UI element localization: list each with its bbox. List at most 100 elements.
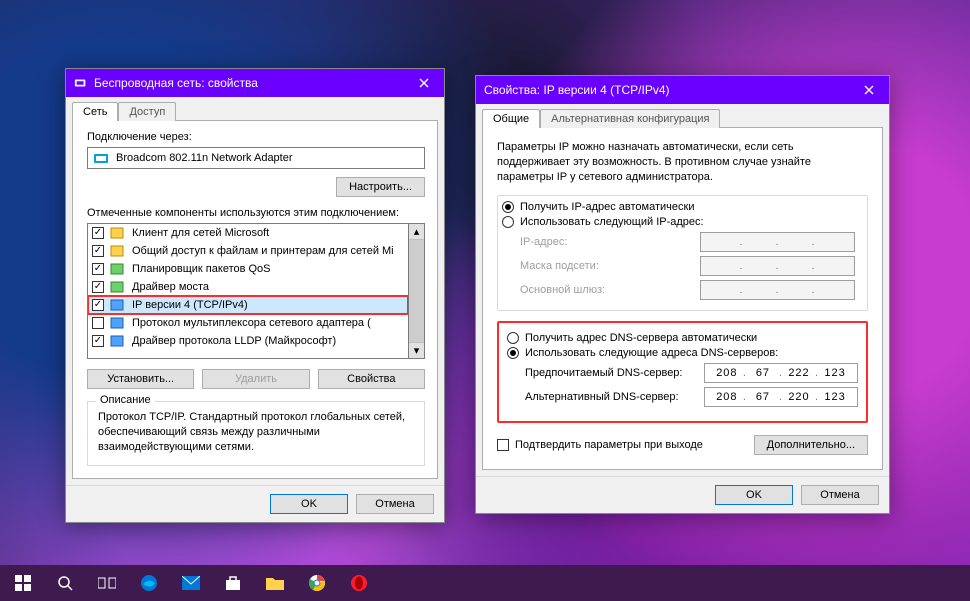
list-item-label: Планировщик пакетов QoS bbox=[132, 263, 271, 275]
taskbar-app-edge[interactable] bbox=[130, 565, 168, 601]
chrome-icon bbox=[308, 574, 326, 592]
list-item-label: Драйвер протокола LLDP (Майкрософт) bbox=[132, 335, 336, 347]
radio-ip-auto[interactable]: Получить IP-адрес автоматически bbox=[502, 201, 863, 213]
checkbox[interactable] bbox=[92, 281, 104, 293]
network-adapter-icon bbox=[74, 76, 88, 90]
tab-body: Параметры IP можно назначать автоматичес… bbox=[482, 127, 883, 470]
checkbox[interactable] bbox=[92, 227, 104, 239]
radio-label: Получить адрес DNS-сервера автоматически bbox=[525, 332, 757, 344]
titlebar[interactable]: Беспроводная сеть: свойства bbox=[66, 69, 444, 97]
ok-button[interactable]: OK bbox=[270, 494, 348, 514]
checkbox[interactable] bbox=[92, 245, 104, 257]
validate-on-exit-checkbox[interactable]: Подтвердить параметры при выходе bbox=[497, 439, 703, 451]
checkbox[interactable] bbox=[92, 335, 104, 347]
checkbox[interactable] bbox=[92, 263, 104, 275]
list-item[interactable]: Драйвер моста bbox=[88, 278, 408, 296]
dns-alternate-input[interactable]: 208. 67. 220. 123 bbox=[704, 387, 858, 407]
install-button[interactable]: Установить... bbox=[87, 369, 194, 389]
checkbox-label: Подтвердить параметры при выходе bbox=[515, 439, 703, 451]
tab-alternate-config[interactable]: Альтернативная конфигурация bbox=[540, 109, 720, 128]
titlebar[interactable]: Свойства: IP версии 4 (TCP/IPv4) bbox=[476, 76, 889, 104]
tabstrip: Общие Альтернативная конфигурация bbox=[476, 104, 889, 127]
window-title: Свойства: IP версии 4 (TCP/IPv4) bbox=[484, 83, 849, 97]
list-item[interactable]: Общий доступ к файлам и принтерам для се… bbox=[88, 242, 408, 260]
components-label: Отмеченные компоненты используются этим … bbox=[87, 207, 425, 219]
close-icon bbox=[419, 78, 429, 88]
window-title: Беспроводная сеть: свойства bbox=[94, 76, 404, 90]
ok-button[interactable]: OK bbox=[715, 485, 793, 505]
taskbar-app-explorer[interactable] bbox=[256, 565, 294, 601]
component-icon bbox=[110, 262, 126, 276]
close-button[interactable] bbox=[849, 76, 889, 104]
radio-label: Использовать следующие адреса DNS-сервер… bbox=[525, 347, 778, 359]
window-ipv4-properties: Свойства: IP версии 4 (TCP/IPv4) Общие А… bbox=[475, 75, 890, 514]
taskbar-app-store[interactable] bbox=[214, 565, 252, 601]
tab-body: Подключение через: Broadcom 802.11n Netw… bbox=[72, 120, 438, 479]
radio-label: Получить IP-адрес автоматически bbox=[520, 201, 694, 213]
tab-access[interactable]: Доступ bbox=[118, 102, 176, 121]
subnet-mask-label: Маска подсети: bbox=[520, 260, 690, 272]
search-button[interactable] bbox=[46, 565, 84, 601]
subnet-mask-input: ... bbox=[700, 256, 855, 276]
taskbar-app-opera[interactable] bbox=[340, 565, 378, 601]
ip-address-label: IP-адрес: bbox=[520, 236, 690, 248]
window-network-properties: Беспроводная сеть: свойства Сеть Доступ … bbox=[65, 68, 445, 523]
connect-using-label: Подключение через: bbox=[87, 131, 425, 143]
list-item[interactable]: Планировщик пакетов QoS bbox=[88, 260, 408, 278]
components-list[interactable]: Клиент для сетей Microsoft Общий доступ … bbox=[87, 223, 409, 359]
taskbar-app-chrome[interactable] bbox=[298, 565, 336, 601]
taskbar-app-mail[interactable] bbox=[172, 565, 210, 601]
start-button[interactable] bbox=[4, 565, 42, 601]
close-icon bbox=[864, 85, 874, 95]
dialog-footer: OK Отмена bbox=[66, 485, 444, 522]
dialog-footer: OK Отмена bbox=[476, 476, 889, 513]
intro-text: Параметры IP можно назначать автоматичес… bbox=[497, 140, 868, 185]
list-item-label: Клиент для сетей Microsoft bbox=[132, 227, 269, 239]
adapter-name: Broadcom 802.11n Network Adapter bbox=[116, 152, 293, 164]
description-heading: Описание bbox=[96, 394, 155, 406]
dns-preferred-input[interactable]: 208. 67. 222. 123 bbox=[704, 363, 858, 383]
properties-button[interactable]: Свойства bbox=[318, 369, 425, 389]
scroll-up-icon[interactable]: ▴ bbox=[409, 224, 424, 240]
component-icon bbox=[110, 316, 126, 330]
scroll-thumb[interactable] bbox=[409, 240, 424, 342]
list-item[interactable]: Клиент для сетей Microsoft bbox=[88, 224, 408, 242]
task-view-button[interactable] bbox=[88, 565, 126, 601]
folder-icon bbox=[266, 576, 284, 590]
component-icon bbox=[110, 244, 126, 258]
radio-dns-auto[interactable]: Получить адрес DNS-сервера автоматически bbox=[507, 332, 858, 344]
list-item-label: Общий доступ к файлам и принтерам для се… bbox=[132, 245, 394, 257]
radio-label: Использовать следующий IP-адрес: bbox=[520, 216, 704, 228]
tab-network[interactable]: Сеть bbox=[72, 102, 118, 121]
mail-icon bbox=[182, 576, 200, 590]
dns-preferred-label: Предпочитаемый DNS-сервер: bbox=[525, 367, 694, 379]
scrollbar[interactable]: ▴ ▾ bbox=[409, 223, 425, 359]
component-icon bbox=[110, 226, 126, 240]
list-item[interactable]: Протокол мультиплексора сетевого адаптер… bbox=[88, 314, 408, 332]
advanced-button[interactable]: Дополнительно... bbox=[754, 435, 868, 455]
radio-dns-manual[interactable]: Использовать следующие адреса DNS-сервер… bbox=[507, 347, 858, 359]
opera-icon bbox=[350, 574, 368, 592]
close-button[interactable] bbox=[404, 69, 444, 97]
tab-general[interactable]: Общие bbox=[482, 109, 540, 128]
configure-button[interactable]: Настроить... bbox=[336, 177, 425, 197]
list-item-label: IP версии 4 (TCP/IPv4) bbox=[132, 299, 248, 311]
edge-icon bbox=[140, 574, 158, 592]
tabstrip: Сеть Доступ bbox=[66, 97, 444, 120]
taskbar[interactable] bbox=[0, 565, 970, 601]
windows-logo-icon bbox=[15, 575, 31, 591]
list-item-label: Протокол мультиплексора сетевого адаптер… bbox=[132, 317, 371, 329]
list-item[interactable]: Драйвер протокола LLDP (Майкрософт) bbox=[88, 332, 408, 350]
dns-alternate-label: Альтернативный DNS-сервер: bbox=[525, 391, 694, 403]
list-item-label: Драйвер моста bbox=[132, 281, 209, 293]
gateway-label: Основной шлюз: bbox=[520, 284, 690, 296]
scroll-down-icon[interactable]: ▾ bbox=[409, 342, 424, 358]
list-item-ipv4[interactable]: IP версии 4 (TCP/IPv4) bbox=[88, 296, 408, 314]
uninstall-button[interactable]: Удалить bbox=[202, 369, 309, 389]
description-text: Протокол TCP/IP. Стандартный протокол гл… bbox=[98, 410, 414, 455]
radio-ip-manual[interactable]: Использовать следующий IP-адрес: bbox=[502, 216, 863, 228]
cancel-button[interactable]: Отмена bbox=[801, 485, 879, 505]
cancel-button[interactable]: Отмена bbox=[356, 494, 434, 514]
checkbox[interactable] bbox=[92, 317, 104, 329]
checkbox[interactable] bbox=[92, 299, 104, 311]
